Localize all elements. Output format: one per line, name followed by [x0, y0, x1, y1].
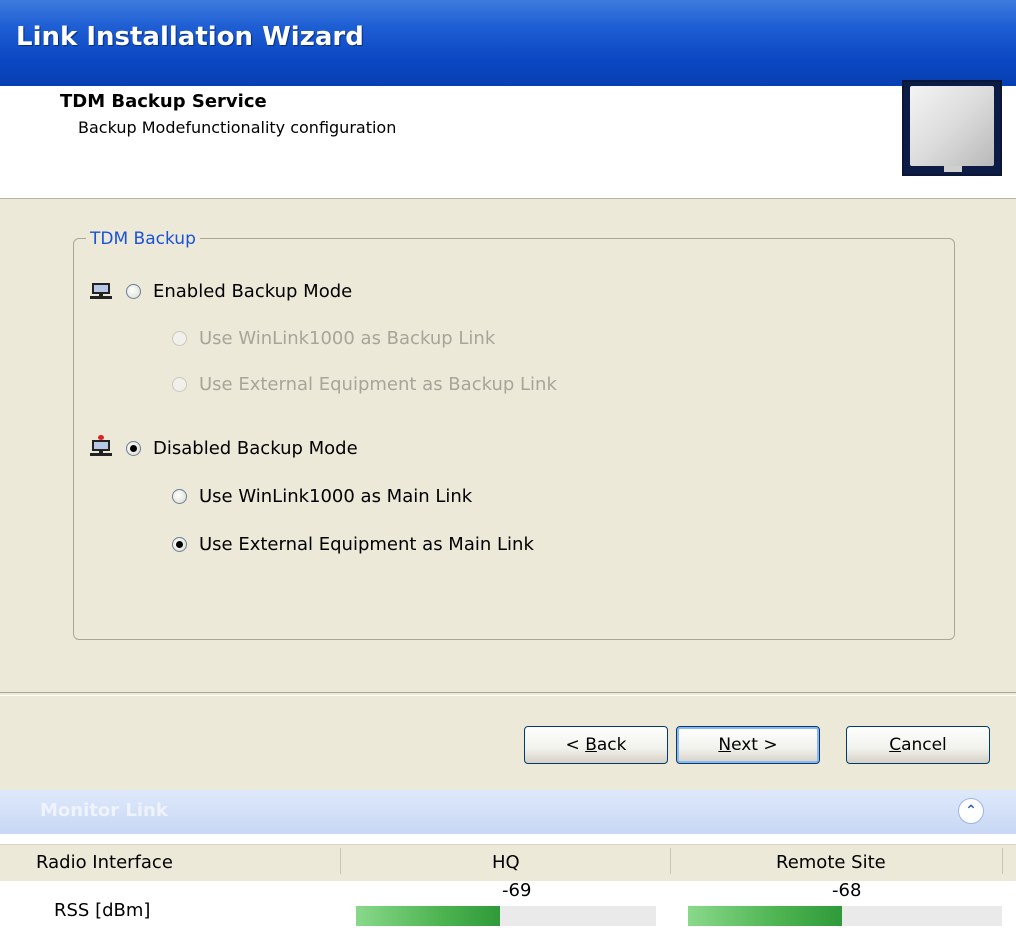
antenna-image [902, 80, 1002, 176]
backup-winlink-radio [172, 331, 187, 346]
rss-hq-bar [356, 906, 656, 926]
next-button-label: Next > [718, 735, 778, 755]
enabled-backup-mode-option[interactable]: Enabled Backup Mode [90, 280, 352, 302]
antenna-panel [910, 86, 994, 166]
disabled-backup-mode-radio[interactable] [126, 440, 141, 456]
backup-external-option: Use External Equipment as Backup Link [172, 374, 557, 395]
col-radio-interface: Radio Interface [36, 852, 173, 873]
double-chevron-up-icon[interactable]: ⌃ [958, 798, 984, 824]
main-winlink-radio[interactable] [172, 489, 187, 504]
rss-hq-value: -69 [502, 880, 532, 901]
antenna-base [944, 166, 962, 172]
cancel-button[interactable]: Cancel [846, 726, 990, 764]
col-divider [340, 848, 341, 874]
disabled-backup-mode-label: Disabled Backup Mode [153, 437, 358, 459]
monitor-link-bar: Monitor Link ⌃ [0, 790, 1016, 834]
cancel-button-label: Cancel [889, 735, 947, 755]
group-legend: TDM Backup [86, 229, 200, 249]
main-external-radio[interactable] [172, 537, 187, 552]
col-remote-site: Remote Site [776, 852, 886, 873]
backup-external-radio [172, 377, 187, 392]
backup-winlink-option: Use WinLink1000 as Backup Link [172, 328, 495, 349]
rss-row-label: RSS [dBm] [54, 900, 151, 921]
rss-remote-value: -68 [832, 880, 862, 901]
title-bar: Link Installation Wizard [0, 0, 1016, 86]
main-winlink-label: Use WinLink1000 as Main Link [199, 486, 473, 507]
network-monitor-disabled-icon [90, 435, 112, 459]
rss-remote-bar [688, 906, 1002, 926]
backup-external-label: Use External Equipment as Backup Link [199, 374, 557, 395]
disabled-backup-mode-option[interactable]: Disabled Backup Mode [90, 435, 358, 459]
network-monitor-icon [90, 280, 112, 302]
monitor-link-label: Monitor Link [40, 800, 168, 821]
enabled-backup-mode-radio[interactable] [126, 283, 141, 299]
rss-hq-bar-fill [356, 906, 500, 926]
rss-remote-bar-fill [688, 906, 842, 926]
col-hq: HQ [492, 852, 520, 873]
window-title: Link Installation Wizard [16, 22, 364, 52]
enabled-backup-mode-label: Enabled Backup Mode [153, 280, 353, 302]
next-button[interactable]: Next > [676, 726, 820, 764]
backup-winlink-label: Use WinLink1000 as Backup Link [199, 328, 496, 349]
col-divider [670, 848, 671, 874]
main-external-label: Use External Equipment as Main Link [199, 534, 534, 555]
page-title: TDM Backup Service [60, 91, 267, 112]
back-button[interactable]: < Back [524, 726, 668, 764]
main-external-option[interactable]: Use External Equipment as Main Link [172, 534, 534, 555]
col-divider [1002, 848, 1003, 874]
footer-separator [0, 692, 1016, 696]
page-subtitle: Backup Modefunctionality configuration [78, 118, 397, 137]
back-button-label: < Back [565, 735, 627, 755]
main-winlink-option[interactable]: Use WinLink1000 as Main Link [172, 486, 472, 507]
